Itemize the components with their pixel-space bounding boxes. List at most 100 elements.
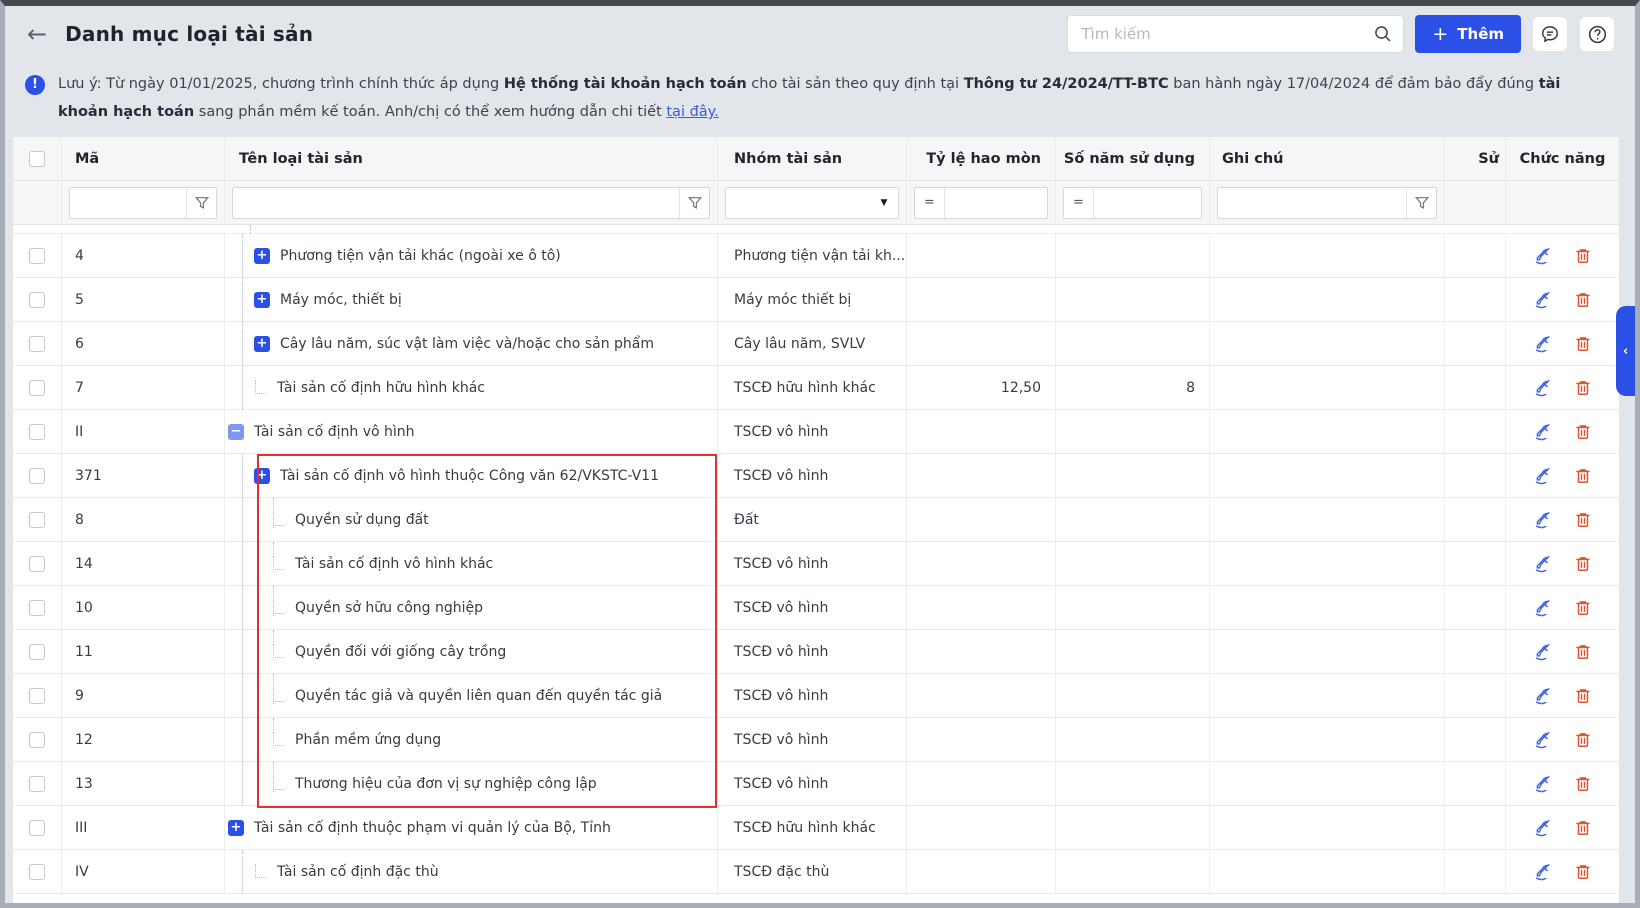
column-header-label: Chức năng xyxy=(1519,150,1606,167)
edit-button[interactable] xyxy=(1533,422,1553,442)
edit-button[interactable] xyxy=(1533,554,1553,574)
edit-button[interactable] xyxy=(1533,818,1553,838)
row-checkbox[interactable] xyxy=(29,247,45,264)
sonam-filter-input[interactable] xyxy=(1094,187,1201,218)
delete-button[interactable] xyxy=(1573,642,1593,662)
asset-code: 6 xyxy=(75,335,84,352)
cell-group: TSCĐ vô hình xyxy=(718,542,907,585)
search-icon[interactable] xyxy=(1373,24,1393,44)
delete-button[interactable] xyxy=(1573,862,1593,882)
asset-group: Cây lâu năm, SVLV xyxy=(734,335,866,352)
expand-plus-icon[interactable]: + xyxy=(254,291,270,308)
filter-cell-su xyxy=(1445,181,1506,224)
row-checkbox[interactable] xyxy=(29,819,45,836)
edit-button[interactable] xyxy=(1533,510,1553,530)
feedback-button[interactable] xyxy=(1532,16,1568,52)
delete-button[interactable] xyxy=(1573,510,1593,530)
edit-button[interactable] xyxy=(1533,290,1553,310)
row-checkbox[interactable] xyxy=(29,731,45,748)
row-checkbox[interactable] xyxy=(29,687,45,704)
search-input[interactable] xyxy=(1081,25,1374,43)
app-window: { "colors": { "accent": "#2b50e8", "dang… xyxy=(0,0,1640,908)
ghichu-filter-input[interactable] xyxy=(1218,187,1406,218)
cell-checkbox xyxy=(13,278,62,321)
ten-filter-box xyxy=(232,186,710,219)
cell-depreciation-rate xyxy=(907,278,1056,321)
equals-operator[interactable]: = xyxy=(915,187,945,218)
collapse-minus-icon[interactable]: − xyxy=(228,423,244,440)
edit-button[interactable] xyxy=(1533,246,1553,266)
row-checkbox[interactable] xyxy=(29,335,45,352)
row-checkbox[interactable] xyxy=(29,291,45,308)
tree-elbow xyxy=(255,864,266,878)
edit-button[interactable] xyxy=(1533,466,1553,486)
back-arrow-icon[interactable]: ← xyxy=(27,22,47,46)
row-checkbox[interactable] xyxy=(29,511,45,528)
delete-button[interactable] xyxy=(1573,730,1593,750)
ten-filter-input[interactable] xyxy=(233,187,679,218)
delete-button[interactable] xyxy=(1573,246,1593,266)
expand-plus-icon[interactable]: + xyxy=(228,819,244,836)
column-header-nhom: Nhóm tài sản xyxy=(718,137,907,180)
cell-depreciation-rate xyxy=(907,542,1056,585)
row-checkbox[interactable] xyxy=(29,379,45,396)
asset-type-name: Tài sản cố định thuộc phạm vi quản lý củ… xyxy=(254,819,611,836)
search-box[interactable] xyxy=(1067,15,1405,53)
row-checkbox[interactable] xyxy=(29,599,45,616)
expand-plus-icon[interactable]: + xyxy=(254,247,270,264)
cell-name: Quyền đối với giống cây trồng xyxy=(225,630,718,673)
row-checkbox[interactable] xyxy=(29,863,45,880)
edit-button[interactable] xyxy=(1533,686,1553,706)
delete-button[interactable] xyxy=(1573,818,1593,838)
cell-code: 4 xyxy=(62,234,225,277)
row-checkbox[interactable] xyxy=(29,643,45,660)
cell-code: 12 xyxy=(62,718,225,761)
row-checkbox[interactable] xyxy=(29,775,45,792)
caret-down-icon[interactable]: ▼ xyxy=(870,188,898,218)
row-checkbox[interactable] xyxy=(29,467,45,484)
notice-link[interactable]: tại đây. xyxy=(666,104,718,120)
edit-button[interactable] xyxy=(1533,642,1553,662)
equals-operator[interactable]: = xyxy=(1064,187,1094,218)
ten-filter-funnel[interactable] xyxy=(679,187,709,218)
cell-code: 13 xyxy=(62,762,225,805)
cell-group: Phương tiện vận tải kh... xyxy=(718,234,907,277)
side-panel-toggle[interactable]: ‹ xyxy=(1616,306,1635,396)
select-all-checkbox[interactable] xyxy=(29,150,45,167)
expand-plus-icon[interactable]: + xyxy=(254,335,270,352)
cell-code: 6 xyxy=(62,322,225,365)
edit-button[interactable] xyxy=(1533,730,1553,750)
edit-button[interactable] xyxy=(1533,774,1553,794)
delete-button[interactable] xyxy=(1573,290,1593,310)
cell-useful-years: 8 xyxy=(1056,366,1210,409)
ma-filter-funnel[interactable] xyxy=(186,187,216,218)
delete-button[interactable] xyxy=(1573,422,1593,442)
add-button[interactable]: + Thêm xyxy=(1415,15,1521,53)
delete-button[interactable] xyxy=(1573,378,1593,398)
ma-filter-input[interactable] xyxy=(70,187,186,218)
delete-button[interactable] xyxy=(1573,466,1593,486)
delete-button[interactable] xyxy=(1573,598,1593,618)
cell-depreciation-rate xyxy=(907,630,1056,673)
expand-plus-icon[interactable]: + xyxy=(254,467,270,484)
delete-button[interactable] xyxy=(1573,686,1593,706)
nhom-filter-select[interactable]: ▼ xyxy=(725,186,899,219)
cell-name: Thương hiệu của đơn vị sự nghiệp công lậ… xyxy=(225,762,718,805)
edit-button[interactable] xyxy=(1533,598,1553,618)
delete-button[interactable] xyxy=(1573,554,1593,574)
cell-useful-years xyxy=(1056,498,1210,541)
cell-note xyxy=(1210,498,1445,541)
edit-button[interactable] xyxy=(1533,334,1553,354)
nhom-filter-input[interactable] xyxy=(726,187,870,218)
delete-button[interactable] xyxy=(1573,774,1593,794)
edit-button[interactable] xyxy=(1533,862,1553,882)
row-checkbox[interactable] xyxy=(29,423,45,440)
row-checkbox[interactable] xyxy=(29,555,45,572)
ghichu-filter-funnel[interactable] xyxy=(1406,187,1436,218)
help-button[interactable] xyxy=(1579,16,1615,52)
table-row: 12 Phần mềm ứng dụng TSCĐ vô hình xyxy=(13,718,1619,762)
edit-button[interactable] xyxy=(1533,378,1553,398)
delete-button[interactable] xyxy=(1573,334,1593,354)
tyle-filter-input[interactable] xyxy=(945,187,1047,218)
tree-guide-line xyxy=(242,278,243,321)
